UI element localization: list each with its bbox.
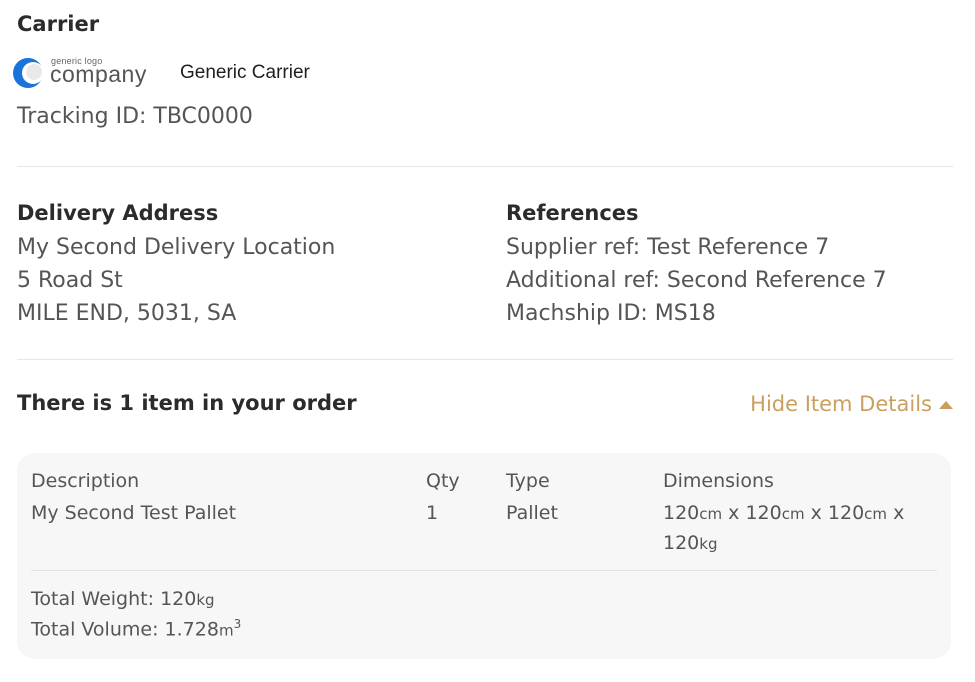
total-weight: Total Weight: 120kg [31,588,215,610]
column-header-qty: Qty [426,470,460,492]
total-volume: Total Volume: 1.728m3 [31,617,241,640]
caret-up-icon [939,401,953,409]
column-header-dimensions: Dimensions [663,470,774,492]
carrier-logo: generic logo company [12,56,164,90]
delivery-address-line: My Second Delivery Location [17,235,336,260]
order-item-count-title: There is 1 item in your order [17,391,357,415]
item-totals-divider [31,570,937,571]
dimension-unit: cm [781,505,805,523]
machship-id: Machship ID: MS18 [506,301,716,326]
carrier-row: generic logo company Generic Carrier [12,56,310,90]
item-qty: 1 [426,502,439,524]
hide-item-details-toggle[interactable]: Hide Item Details [750,392,953,416]
item-details-box: Description Qty Type Dimensions My Secon… [17,453,951,659]
logo-wordmark: company [50,61,147,87]
dimension-length: 120 [663,502,700,524]
dimension-separator: x [722,502,746,524]
dimension-unit: cm [864,505,888,523]
delivery-address-heading: Delivery Address [17,201,219,225]
total-volume-exponent: 3 [233,617,242,631]
total-volume-label: Total Volume: [31,618,165,641]
item-type: Pallet [506,502,558,524]
carrier-logo-mark-icon [13,58,44,88]
hide-item-details-label: Hide Item Details [750,392,932,416]
item-description: My Second Test Pallet [31,502,237,524]
column-header-description: Description [31,470,140,492]
section-divider [17,359,953,360]
delivery-address-line: MILE END, 5031, SA [17,301,237,326]
references-section: References Supplier ref: Test Reference … [506,198,887,330]
tracking-id: Tracking ID: TBC0000 [17,104,253,129]
supplier-ref: Supplier ref: Test Reference 7 [506,235,830,260]
carrier-name: Generic Carrier [180,62,310,83]
carrier-heading: Carrier [17,12,100,36]
total-weight-value: 120 [160,588,197,610]
references-heading: References [506,201,639,225]
total-volume-unit: m [218,621,234,640]
item-weight: 120 [663,532,700,554]
total-weight-unit: kg [196,591,215,609]
delivery-address-section: Delivery Address My Second Delivery Loca… [17,198,335,330]
total-weight-label: Total Weight: [31,588,161,610]
item-dimensions: 120cm x 120cm x 120cm x 120kg [663,499,904,559]
section-divider [17,166,953,167]
total-volume-value: 1.728 [164,618,219,641]
dimension-separator: x [887,502,905,524]
weight-unit: kg [699,535,718,553]
dimension-unit: cm [699,505,723,523]
column-header-type: Type [506,470,550,492]
dimension-height: 120 [827,502,865,524]
additional-ref: Additional ref: Second Reference 7 [506,268,887,293]
dimension-separator: x [804,502,828,524]
dimension-width: 120 [745,502,782,524]
delivery-address-line: 5 Road St [17,268,123,293]
